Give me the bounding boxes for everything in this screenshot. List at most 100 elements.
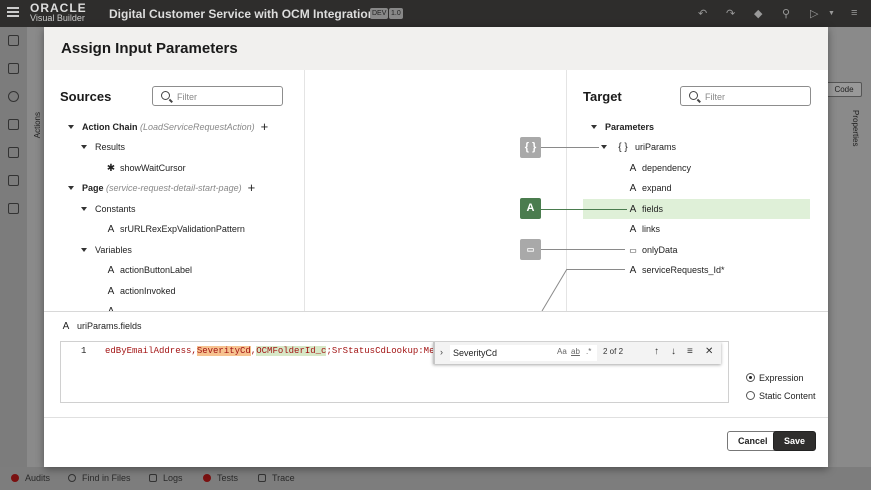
services-icon[interactable]: [8, 91, 19, 102]
save-button[interactable]: Save: [773, 431, 817, 451]
caret-down-icon[interactable]: [81, 145, 87, 149]
line-number: 1: [81, 346, 87, 356]
mapping-line: [567, 269, 625, 270]
web-apps-icon[interactable]: [8, 63, 19, 74]
mapping-line: [567, 147, 599, 148]
next-match-icon[interactable]: ↓: [671, 346, 676, 357]
fields-label: fields: [642, 204, 664, 214]
trace-tab[interactable]: Trace: [258, 473, 295, 483]
caret-down-icon[interactable]: [81, 207, 87, 211]
boolean-type-mapping-box[interactable]: ▭: [520, 239, 541, 260]
string-type-icon: A: [629, 265, 637, 276]
search-icon[interactable]: ⚲: [782, 7, 790, 20]
tree-node-parameters[interactable]: Parameters: [591, 120, 654, 134]
add-icon[interactable]: +: [248, 180, 256, 195]
tree-node-variables[interactable]: Variables: [81, 243, 132, 257]
tree-node-action-chain[interactable]: Action Chain (LoadServiceRequestAction) +: [68, 120, 268, 134]
left-navigator-rail: [0, 27, 27, 467]
match-case-toggle[interactable]: Aa: [557, 347, 567, 356]
dialog-footer: Cancel Save: [44, 417, 828, 467]
radio-unselected-icon[interactable]: [746, 391, 755, 400]
tree-node-sr-url-regexp[interactable]: AsrURLRexExpValidationPattern: [106, 222, 245, 236]
whole-word-toggle[interactable]: ab: [571, 347, 580, 356]
regex-toggle[interactable]: .*: [586, 347, 591, 356]
results-label: Results: [95, 142, 126, 152]
tree-node-page[interactable]: Page (service-request-detail-start-page)…: [68, 181, 255, 195]
tree-node-expand[interactable]: Aexpand: [628, 181, 672, 195]
logs-tab[interactable]: Logs: [149, 473, 183, 483]
expression-editor[interactable]: 1 edByEmailAddress,SeverityCd,OCMFolderI…: [60, 341, 729, 403]
sources-filter[interactable]: [152, 86, 283, 106]
components-icon[interactable]: [8, 147, 19, 158]
only-data-label: onlyData: [642, 245, 678, 255]
close-icon[interactable]: ✕: [705, 346, 713, 357]
find-in-files-tab[interactable]: Find in Files: [68, 473, 131, 483]
tree-node-links[interactable]: Alinks: [628, 222, 660, 236]
source-icon[interactable]: [8, 203, 19, 214]
overflow-menu-icon[interactable]: ≡: [851, 7, 857, 19]
radio-expression[interactable]: Expression: [746, 373, 804, 383]
string-type-icon: A: [107, 224, 115, 235]
dialog-title: Assign Input Parameters: [61, 40, 238, 57]
tests-tab[interactable]: Tests: [203, 473, 238, 483]
caret-down-icon[interactable]: [68, 125, 74, 129]
target-filter[interactable]: [680, 86, 811, 106]
toggle-replace-icon[interactable]: ›: [440, 347, 443, 357]
add-icon[interactable]: +: [261, 119, 269, 134]
target-filter-input[interactable]: [705, 90, 805, 103]
diamond-icon[interactable]: ◆: [754, 7, 762, 20]
tree-node-show-wait-cursor[interactable]: ✱ showWaitCursor: [106, 161, 186, 175]
action-button-label-label: actionButtonLabel: [120, 265, 193, 275]
find-match-count: 2 of 2: [603, 347, 624, 356]
string-type-icon: A: [107, 286, 115, 297]
radio-static-content[interactable]: Static Content: [746, 391, 816, 401]
tree-node-uri-params[interactable]: { } uriParams: [601, 140, 676, 154]
service-requests-id-label: serviceRequests_Id*: [642, 265, 725, 275]
find-widget: › Aa ab .* 2 of 2 ↑ ↓ ≡ ✕: [433, 342, 721, 364]
caret-down-icon[interactable]: [81, 248, 87, 252]
search-icon: [161, 91, 170, 100]
tree-node-only-data[interactable]: ▭ onlyData: [628, 243, 678, 257]
page-sub: (service-request-detail-start-page): [106, 183, 242, 193]
bottom-toolbar: Audits Find in Files Logs Tests Trace: [0, 467, 871, 490]
sources-filter-input[interactable]: [177, 90, 277, 103]
mobile-apps-icon[interactable]: [8, 35, 19, 46]
menu-icon[interactable]: [7, 7, 19, 19]
cancel-button[interactable]: Cancel: [727, 431, 779, 451]
business-objects-icon[interactable]: [8, 119, 19, 130]
tree-node-constants[interactable]: Constants: [81, 202, 136, 216]
caret-down-icon[interactable]: [68, 186, 74, 190]
run-icon[interactable]: ▷: [810, 7, 818, 20]
tree-node-action-invoked[interactable]: AactionInvoked: [106, 284, 176, 298]
tree-node-dependency[interactable]: Adependency: [628, 161, 691, 175]
code-line[interactable]: edByEmailAddress,SeverityCd,OCMFolderId_…: [105, 346, 462, 356]
logs-icon: [149, 474, 157, 482]
caret-down-icon[interactable]: [591, 125, 597, 129]
audits-icon: [11, 474, 19, 482]
target-title: Target: [583, 89, 622, 104]
object-type-mapping-box[interactable]: { }: [520, 137, 541, 158]
processes-icon[interactable]: [8, 175, 19, 186]
tree-node-service-requests-id[interactable]: AserviceRequests_Id*: [628, 263, 725, 277]
action-chain-sub: (LoadServiceRequestAction): [140, 122, 255, 132]
previous-match-icon[interactable]: ↑: [654, 346, 659, 357]
find-in-selection-icon[interactable]: ≡: [687, 346, 693, 357]
version-badge: 1.0: [389, 8, 403, 19]
audits-tab[interactable]: Audits: [11, 473, 50, 483]
expression-path: AuriParams.fields: [61, 321, 142, 332]
tree-node-results[interactable]: Results: [81, 140, 125, 154]
string-type-icon: A: [629, 163, 637, 174]
actions-tab[interactable]: Actions: [33, 112, 42, 138]
code-button[interactable]: Code: [826, 82, 862, 97]
properties-tab[interactable]: Properties: [851, 110, 860, 146]
redo-icon[interactable]: ↷: [726, 7, 735, 20]
target-pane: Target Parameters { } uriParams Adependen…: [567, 70, 828, 311]
radio-selected-icon[interactable]: [746, 373, 755, 382]
tree-node-fields[interactable]: Afields: [628, 202, 663, 216]
tree-node-action-button-label[interactable]: AactionButtonLabel: [106, 263, 192, 277]
brand-oracle: ORACLE: [30, 1, 87, 15]
run-menu-chevron-icon[interactable]: ▼: [828, 10, 835, 17]
string-type-mapping-box[interactable]: A: [520, 198, 541, 219]
caret-down-icon[interactable]: [601, 145, 607, 149]
undo-icon[interactable]: ↶: [698, 7, 707, 20]
